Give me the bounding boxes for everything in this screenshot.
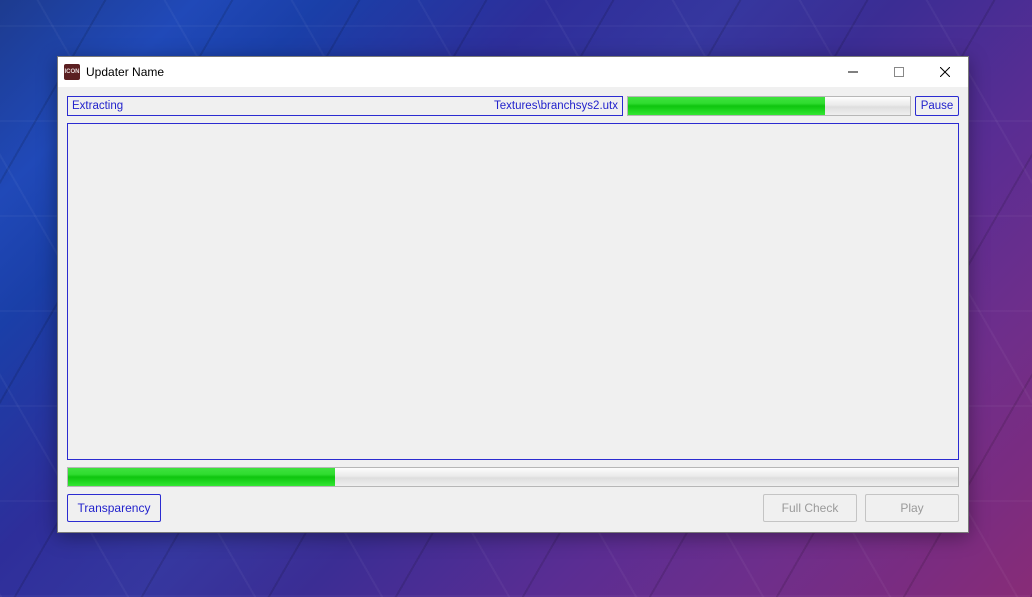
full-check-button[interactable]: Full Check [763, 494, 857, 522]
window-title: Updater Name [86, 65, 830, 79]
total-progress-fill [68, 468, 335, 486]
total-progress-bar [67, 467, 959, 487]
status-box: Extracting Textures\branchsys2.utx [67, 96, 623, 116]
pause-button[interactable]: Pause [915, 96, 959, 116]
spacer [169, 494, 755, 522]
file-progress-bar [627, 96, 911, 116]
client-area: Extracting Textures\branchsys2.utx Pause… [58, 87, 968, 532]
transparency-button[interactable]: Transparency [67, 494, 161, 522]
maximize-button[interactable] [876, 57, 922, 87]
status-row: Extracting Textures\branchsys2.utx Pause [67, 96, 959, 116]
app-icon: ICON [64, 64, 80, 80]
file-progress-fill [628, 97, 825, 115]
log-area[interactable] [67, 123, 959, 460]
bottom-buttons-row: Transparency Full Check Play [67, 494, 959, 522]
play-button[interactable]: Play [865, 494, 959, 522]
close-button[interactable] [922, 57, 968, 87]
updater-window: ICON Updater Name Extracting Textures\br… [57, 56, 969, 533]
status-file: Textures\branchsys2.utx [494, 100, 618, 112]
total-progress-row [67, 467, 959, 487]
window-controls [830, 57, 968, 87]
minimize-button[interactable] [830, 57, 876, 87]
titlebar[interactable]: ICON Updater Name [58, 57, 968, 87]
status-action: Extracting [72, 100, 123, 112]
